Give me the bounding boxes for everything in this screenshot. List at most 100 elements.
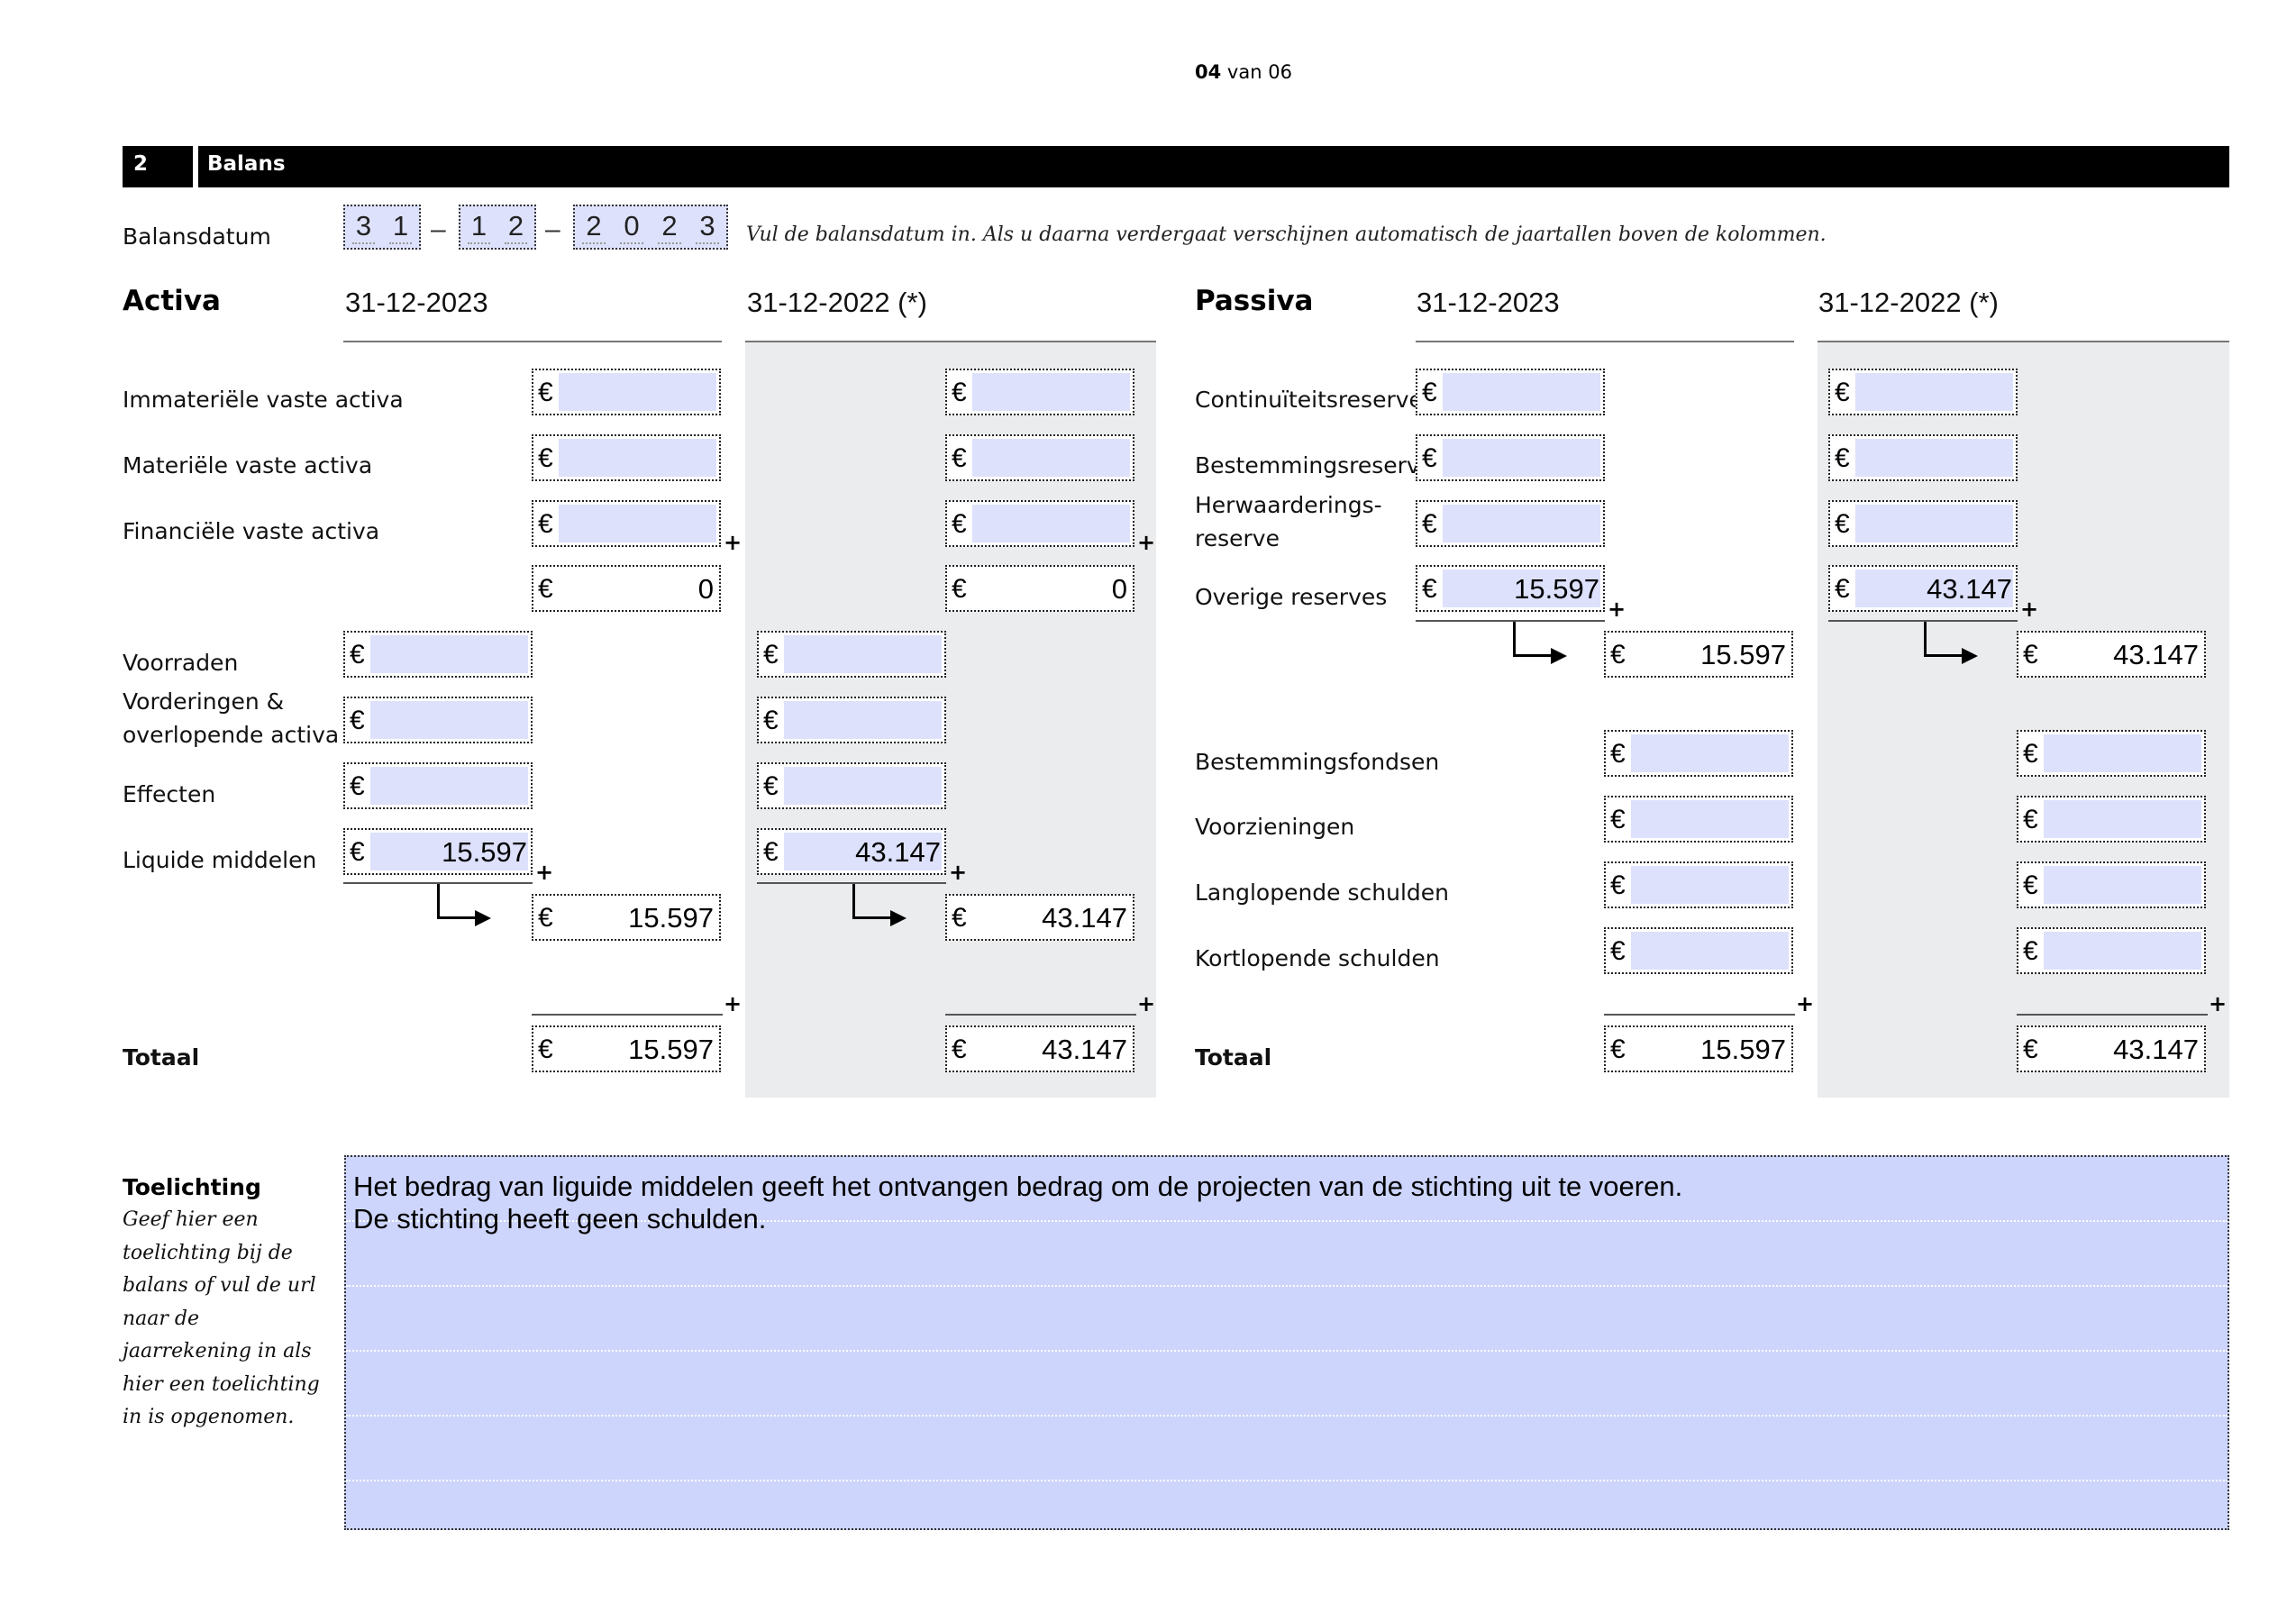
- materiele-vaste-activa-previous-input[interactable]: €: [945, 434, 1134, 481]
- liquide-middelen-previous-input[interactable]: €43.147: [757, 828, 946, 875]
- balansdatum-year-input[interactable]: 2 0 2 3: [573, 205, 728, 250]
- balansdatum-label: Balansdatum: [123, 223, 271, 250]
- effecten-previous-input[interactable]: €: [757, 762, 946, 809]
- carry-arrow-stem: [437, 884, 440, 918]
- sum-plus-sign: +: [2209, 991, 2228, 1016]
- label-continuiteitsreserve: Continuïteitsreserve: [1195, 387, 1423, 413]
- voorzieningen-previous-input[interactable]: €: [2017, 796, 2206, 843]
- activa-previous-total: €43.147: [945, 1025, 1134, 1072]
- label-materiele-vaste-activa: Materiële vaste activa: [123, 452, 373, 478]
- textarea-guide-line: [346, 1285, 2228, 1287]
- effecten-current-input[interactable]: €: [343, 762, 533, 809]
- liquide-middelen-current-input[interactable]: €15.597: [343, 828, 533, 875]
- sum-line: [1828, 620, 2018, 622]
- textarea-guide-line: [346, 1415, 2228, 1417]
- continuiteitsreserve-previous-input[interactable]: €: [1828, 369, 2018, 415]
- vaste-activa-current-subtotal: €0: [532, 565, 721, 612]
- reserves-previous-subtotal: €43.147: [2017, 631, 2206, 678]
- label-financiele-vaste-activa: Financiële vaste activa: [123, 518, 380, 544]
- sum-plus-sign: +: [1608, 597, 1626, 622]
- month-digit-2: 2: [504, 210, 528, 244]
- toelichting-textarea[interactable]: Het bedrag van liguide middelen geeft he…: [344, 1155, 2229, 1530]
- sum-line: [532, 1014, 723, 1016]
- label-voorraden: Voorraden: [123, 650, 239, 676]
- sum-plus-sign: +: [724, 530, 743, 555]
- textarea-guide-line: [346, 1480, 2228, 1481]
- vaste-activa-previous-subtotal: €0: [945, 565, 1134, 612]
- bestemmingsfondsen-current-input[interactable]: €: [1604, 730, 1793, 777]
- page-number: 04 van 06: [1195, 61, 1292, 83]
- sum-line: [945, 1014, 1136, 1016]
- balansdatum-day-input[interactable]: 3 1: [343, 205, 421, 250]
- materiele-vaste-activa-current-input[interactable]: €: [532, 434, 721, 481]
- sum-plus-sign: +: [949, 860, 968, 885]
- passiva-previous-year-header: 31-12-2022 (*): [1818, 287, 1999, 318]
- sum-line: [1604, 1014, 1795, 1016]
- activa-title: Activa: [123, 285, 221, 317]
- month-digit-1: 1: [467, 210, 491, 244]
- overige-reserves-current-input[interactable]: €15.597: [1416, 565, 1605, 612]
- voorraden-previous-input[interactable]: €: [757, 631, 946, 678]
- label-langlopende-schulden: Langlopende schulden: [1195, 879, 1449, 906]
- financiele-vaste-activa-current-input[interactable]: €: [532, 500, 721, 547]
- toelichting-title: Toelichting: [123, 1174, 261, 1200]
- sum-plus-sign: +: [724, 991, 743, 1016]
- year-digit-1: 2: [582, 210, 606, 244]
- toelichting-text: Het bedrag van liguide middelen geeft he…: [353, 1171, 1683, 1235]
- herwaarderingsreserve-current-input[interactable]: €: [1416, 500, 1605, 547]
- activa-current-total: €15.597: [532, 1025, 721, 1072]
- carry-arrow-line: [437, 916, 477, 919]
- vorderingen-previous-input[interactable]: €: [757, 697, 946, 743]
- kortlopende-schulden-current-input[interactable]: €: [1604, 927, 1793, 974]
- vlottende-activa-previous-subtotal: €43.147: [945, 894, 1134, 941]
- bestemmingsreserve-current-input[interactable]: €: [1416, 434, 1605, 481]
- carry-arrow-stem: [852, 884, 855, 918]
- activa-current-year-header: 31-12-2023: [345, 287, 488, 318]
- label-immateriele-vaste-activa: Immateriële vaste activa: [123, 387, 404, 413]
- sum-plus-sign: +: [1137, 991, 1156, 1016]
- arrow-right-icon: [1962, 648, 1978, 664]
- section-title: Balans: [207, 152, 286, 176]
- vorderingen-current-input[interactable]: €: [343, 697, 533, 743]
- immateriele-vaste-activa-current-input[interactable]: €: [532, 369, 721, 415]
- section-header-bar: [123, 146, 2229, 187]
- voorraden-current-input[interactable]: €: [343, 631, 533, 678]
- date-separator: –: [431, 214, 446, 244]
- section-header-divider: [193, 146, 198, 187]
- carry-arrow-line: [1513, 654, 1553, 657]
- sum-line: [2017, 1014, 2208, 1016]
- reserves-current-subtotal: €15.597: [1604, 631, 1793, 678]
- langlopende-schulden-current-input[interactable]: €: [1604, 861, 1793, 908]
- continuiteitsreserve-current-input[interactable]: €: [1416, 369, 1605, 415]
- bestemmingsfondsen-previous-input[interactable]: €: [2017, 730, 2206, 777]
- passiva-previous-header-rule: [1818, 341, 2229, 342]
- label-kortlopende-schulden: Kortlopende schulden: [1195, 945, 1440, 971]
- toelichting-help-text: Geef hier een toelichting bij de balans …: [123, 1208, 320, 1428]
- immateriele-vaste-activa-previous-input[interactable]: €: [945, 369, 1134, 415]
- balansdatum-hint: Vul de balansdatum in. Als u daarna verd…: [746, 223, 1827, 246]
- date-separator: –: [545, 214, 560, 244]
- year-digit-2: 0: [620, 210, 643, 244]
- passiva-title: Passiva: [1195, 285, 1314, 317]
- herwaarderingsreserve-previous-input[interactable]: €: [1828, 500, 2018, 547]
- overige-reserves-previous-input[interactable]: €43.147: [1828, 565, 2018, 612]
- bestemmingsreserve-previous-input[interactable]: €: [1828, 434, 2018, 481]
- sum-plus-sign: +: [2020, 597, 2039, 622]
- label-herwaarderingsreserve: Herwaarderings- reserve: [1195, 492, 1382, 551]
- label-effecten: Effecten: [123, 781, 216, 807]
- voorzieningen-current-input[interactable]: €: [1604, 796, 1793, 843]
- langlopende-schulden-previous-input[interactable]: €: [2017, 861, 2206, 908]
- label-voorzieningen: Voorzieningen: [1195, 814, 1355, 840]
- passiva-current-year-header: 31-12-2023: [1417, 287, 1560, 318]
- vlottende-activa-current-subtotal: €15.597: [532, 894, 721, 941]
- sum-plus-sign: +: [1796, 991, 1815, 1016]
- year-digit-3: 2: [658, 210, 681, 244]
- activa-previous-header-rule: [745, 341, 1156, 342]
- passiva-previous-total: €43.147: [2017, 1025, 2206, 1072]
- label-bestemmingsreserve: Bestemmingsreserve: [1195, 452, 1435, 478]
- balansdatum-month-input[interactable]: 1 2: [459, 205, 536, 250]
- label-bestemmingsfondsen: Bestemmingsfondsen: [1195, 749, 1440, 775]
- kortlopende-schulden-previous-input[interactable]: €: [2017, 927, 2206, 974]
- financiele-vaste-activa-previous-input[interactable]: €: [945, 500, 1134, 547]
- textarea-guide-line: [346, 1350, 2228, 1352]
